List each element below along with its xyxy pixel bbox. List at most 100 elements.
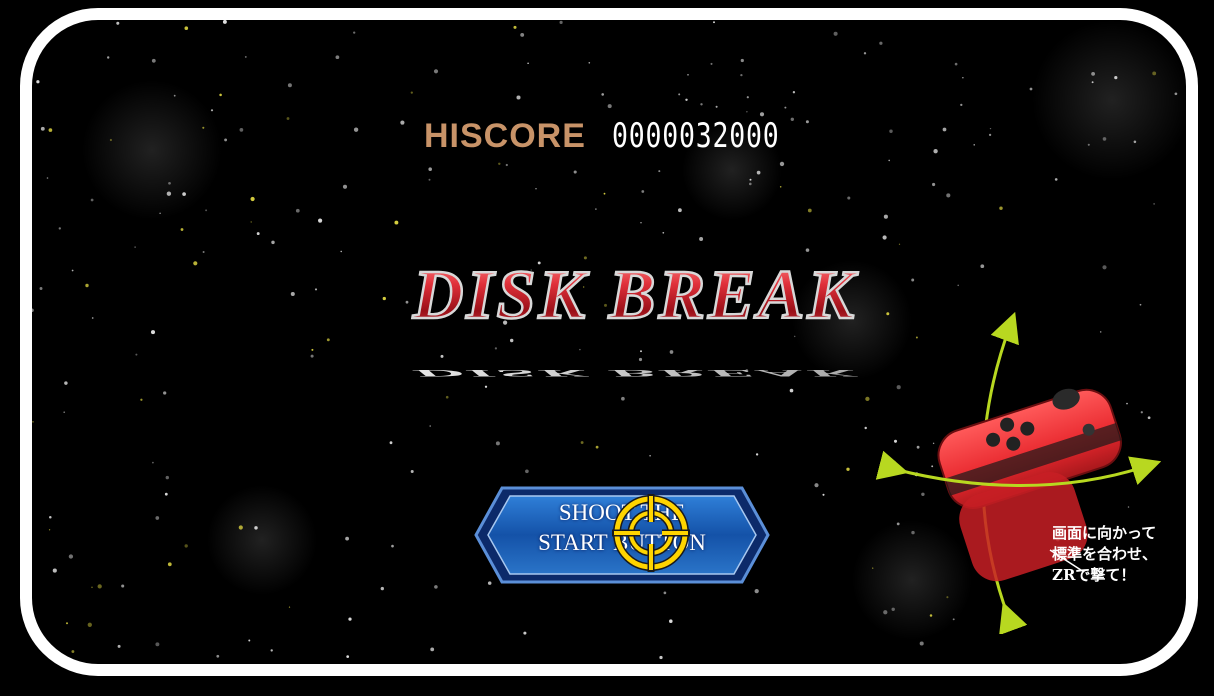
star xyxy=(239,128,244,132)
star xyxy=(49,516,52,519)
star xyxy=(254,526,258,530)
star xyxy=(90,198,94,202)
title-reflection: DISK BREAK xyxy=(411,368,856,379)
star xyxy=(117,644,121,648)
star xyxy=(348,617,352,621)
star xyxy=(345,536,349,541)
star xyxy=(1170,28,1174,32)
star xyxy=(973,144,975,146)
star xyxy=(121,584,125,588)
star xyxy=(1091,72,1095,76)
star xyxy=(410,470,414,473)
star xyxy=(85,283,89,288)
star xyxy=(346,655,350,658)
star xyxy=(248,639,251,642)
star xyxy=(202,126,205,129)
star xyxy=(36,80,40,84)
star xyxy=(784,106,787,109)
star xyxy=(155,516,160,520)
star xyxy=(107,56,110,59)
star xyxy=(779,186,782,188)
star xyxy=(889,129,893,133)
star xyxy=(71,650,75,653)
star xyxy=(340,250,342,253)
star xyxy=(749,178,752,181)
star xyxy=(678,208,682,213)
star xyxy=(91,317,94,319)
star xyxy=(295,208,300,213)
star xyxy=(833,31,838,36)
star xyxy=(342,184,348,189)
star xyxy=(87,622,92,627)
star xyxy=(173,94,176,97)
star xyxy=(222,20,227,24)
star xyxy=(640,222,642,224)
star xyxy=(48,128,53,132)
star xyxy=(505,163,508,167)
star xyxy=(814,483,819,488)
star xyxy=(434,585,438,589)
star xyxy=(1102,137,1107,141)
star xyxy=(559,20,563,24)
star xyxy=(97,584,102,589)
star xyxy=(310,354,314,358)
star xyxy=(792,91,796,94)
game-title-text: DISK BREAK xyxy=(412,257,859,334)
star xyxy=(63,411,66,414)
star xyxy=(202,251,205,253)
star xyxy=(1174,92,1178,96)
game-title-logo: DISK BREAK DISK BREAK xyxy=(411,256,859,379)
star xyxy=(428,167,432,171)
star xyxy=(66,622,68,625)
star xyxy=(166,191,172,196)
star xyxy=(957,284,959,287)
star xyxy=(410,91,413,94)
star xyxy=(52,568,57,573)
star xyxy=(256,232,260,236)
star xyxy=(134,246,136,248)
star xyxy=(607,104,612,109)
star xyxy=(1102,265,1107,270)
star xyxy=(140,398,143,401)
star xyxy=(513,25,517,29)
star xyxy=(755,453,759,456)
star xyxy=(942,127,947,132)
star xyxy=(193,261,198,266)
star xyxy=(205,209,208,212)
star xyxy=(649,455,651,457)
star xyxy=(152,461,154,464)
star xyxy=(919,641,924,646)
star xyxy=(962,77,964,79)
star xyxy=(822,493,825,496)
star xyxy=(40,126,45,131)
star xyxy=(151,58,156,63)
star xyxy=(91,586,93,589)
star xyxy=(428,178,431,181)
star xyxy=(933,149,938,154)
star xyxy=(163,391,167,395)
star xyxy=(335,55,340,60)
star xyxy=(287,83,292,88)
instruction-text: 画面に向かって 標準を合わせ、 ZRで撃て！ xyxy=(1052,524,1158,584)
star xyxy=(658,170,661,173)
star xyxy=(659,655,663,660)
star xyxy=(353,127,359,132)
star xyxy=(669,619,673,623)
star xyxy=(210,109,214,112)
star xyxy=(495,441,500,446)
star xyxy=(244,55,247,58)
star xyxy=(64,381,68,385)
star xyxy=(219,93,222,97)
star xyxy=(595,208,597,210)
star xyxy=(946,193,951,198)
hiscore-display: HISCORE 0000032000 xyxy=(424,116,827,156)
nebula-glow xyxy=(1032,20,1186,180)
star xyxy=(290,291,295,297)
star xyxy=(184,26,189,30)
star xyxy=(109,138,112,142)
star xyxy=(159,212,161,215)
star xyxy=(286,117,290,120)
star xyxy=(39,287,43,290)
star xyxy=(150,330,156,335)
star xyxy=(1114,75,1118,80)
